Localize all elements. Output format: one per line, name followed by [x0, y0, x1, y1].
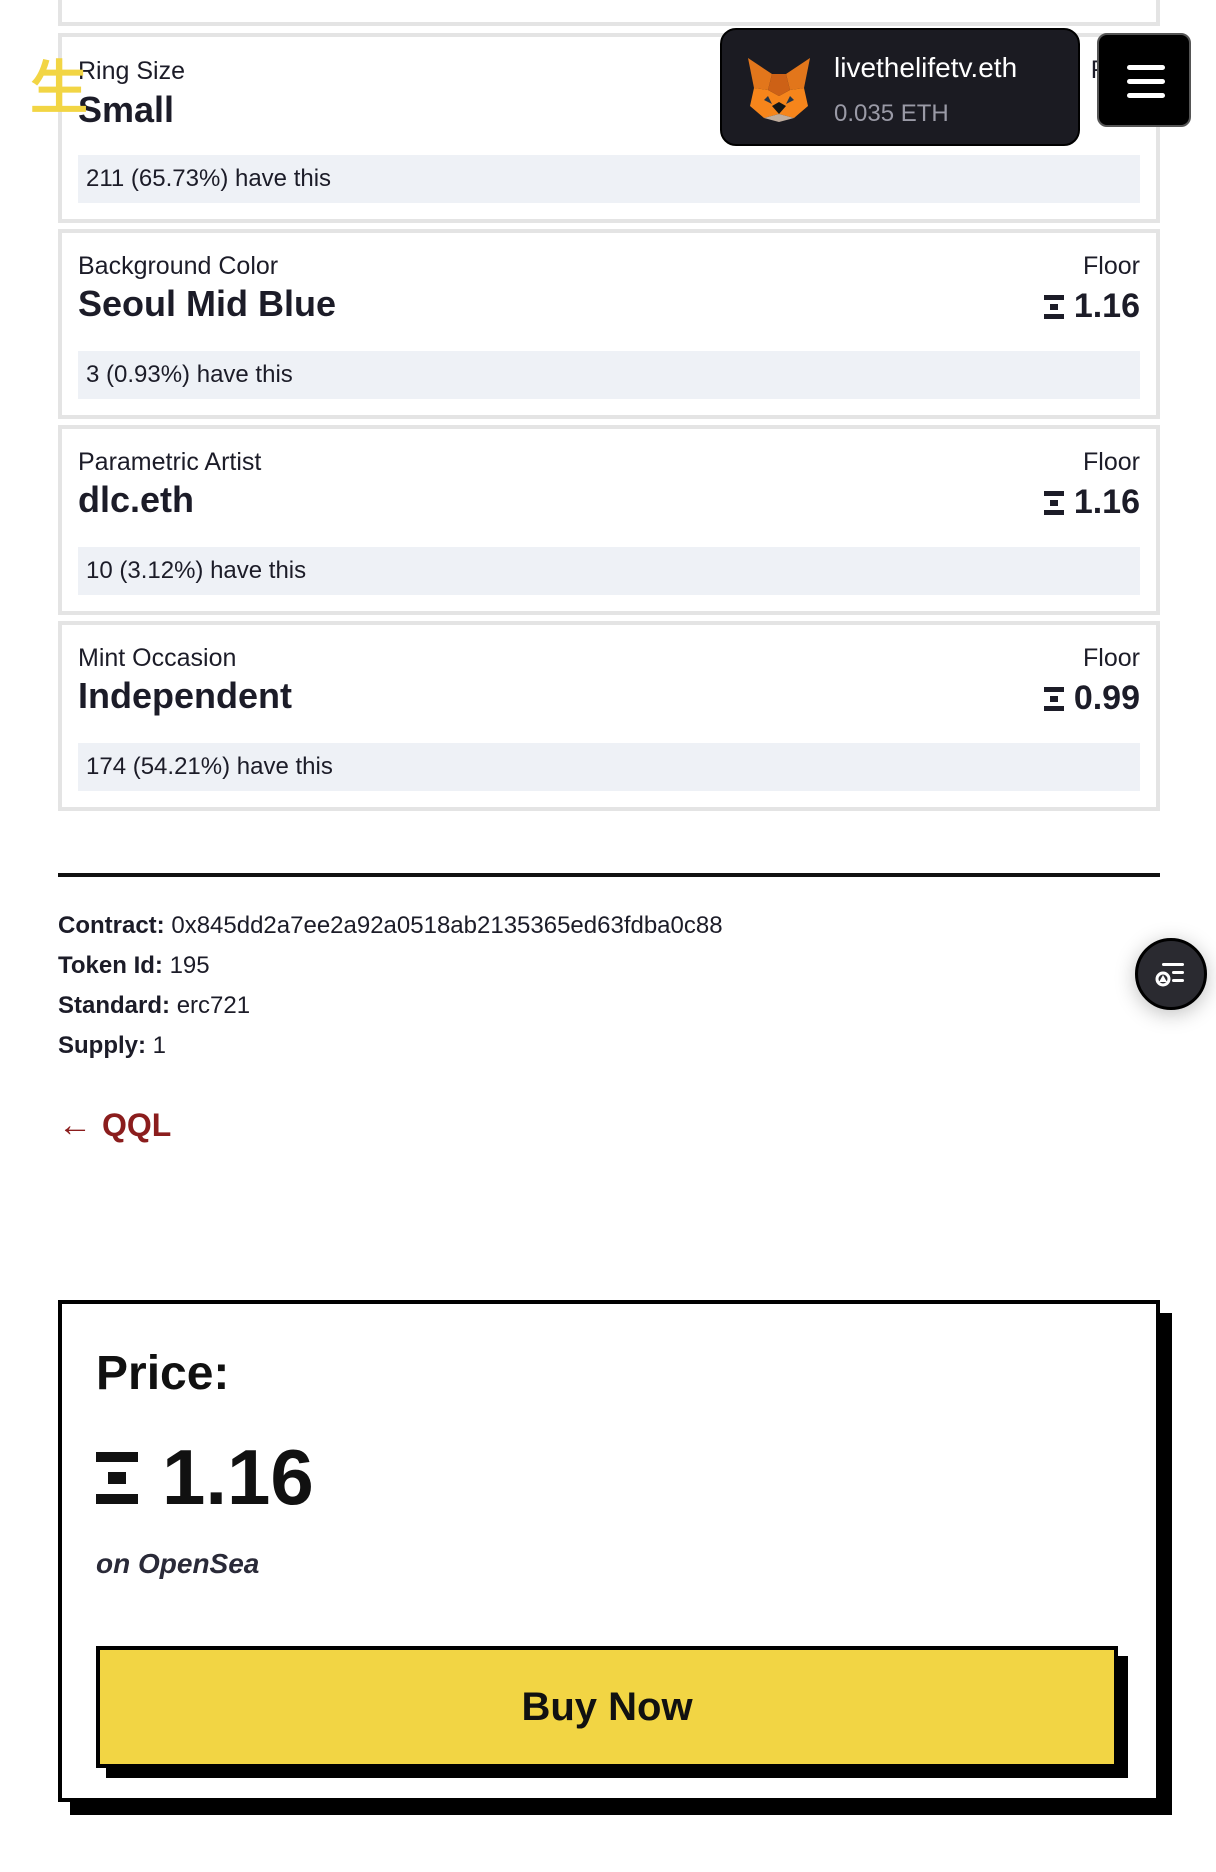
- wallet-balance: 0.035 ETH: [834, 100, 949, 127]
- trait-card-background-color: Background Color Seoul Mid Blue Floor 1.…: [58, 229, 1160, 419]
- ethereum-icon: [96, 1451, 138, 1504]
- trait-category: Mint Occasion: [78, 644, 237, 672]
- floor-value: 1.16: [1043, 483, 1140, 522]
- arrow-left-icon: ←: [58, 1106, 92, 1144]
- price-label: Price:: [96, 1347, 230, 1400]
- trait-count: 174 (54.21%) have this: [78, 743, 1140, 791]
- floor-label: Floor: [1083, 448, 1140, 476]
- trait-value: Seoul Mid Blue: [78, 283, 337, 324]
- trait-card-mint-occasion: Mint Occasion Independent Floor 0.99 174…: [58, 621, 1160, 811]
- site-logo[interactable]: 生: [30, 60, 88, 118]
- floating-list-button[interactable]: [1135, 938, 1207, 1010]
- trait-value: Independent: [78, 675, 292, 716]
- contract-label: Contract:: [58, 912, 165, 939]
- standard-label: Standard:: [58, 992, 171, 1019]
- hamburger-menu-icon: [1127, 65, 1165, 70]
- previous-trait-card-edge: [58, 0, 1160, 26]
- contract-row: Contract: 0x845dd2a7ee2a92a0518ab2135365…: [58, 912, 723, 940]
- metamask-fox-icon: [748, 58, 810, 122]
- supply-row: Supply: 1: [58, 1032, 166, 1060]
- contract-address: 0x845dd2a7ee2a92a0518ab2135365ed63fdba0c…: [171, 912, 723, 939]
- trait-count: 211 (65.73%) have this: [78, 155, 1140, 203]
- supply-label: Supply:: [58, 1032, 146, 1059]
- token-id-label: Token Id:: [58, 952, 163, 979]
- trait-count: 10 (3.12%) have this: [78, 547, 1140, 595]
- trait-category: Background Color: [78, 252, 279, 280]
- section-divider: [58, 873, 1160, 877]
- marketplace-label: on OpenSea: [96, 1548, 260, 1579]
- supply-value: 1: [152, 1032, 167, 1059]
- ethereum-icon: [1043, 294, 1064, 319]
- floor-amount: 1.16: [1073, 287, 1140, 325]
- standard-row: Standard: erc721: [58, 992, 250, 1020]
- buy-now-button[interactable]: Buy Now: [96, 1646, 1118, 1768]
- ethereum-icon: [1043, 490, 1064, 515]
- floor-label: Floor: [1083, 252, 1140, 280]
- price-amount: 1.16: [162, 1433, 314, 1521]
- list-settings-icon: [1155, 963, 1184, 987]
- price-card: Price: 1.16 on OpenSea Buy Now: [58, 1300, 1160, 1802]
- trait-category: Parametric Artist: [78, 448, 262, 476]
- floor-value: 0.99: [1043, 679, 1140, 718]
- token-id-row: Token Id: 195: [58, 952, 210, 980]
- token-id-value: 195: [169, 952, 210, 979]
- wallet-connection[interactable]: livethelifetv.eth 0.035 ETH: [720, 28, 1080, 146]
- trait-category: Ring Size: [78, 57, 185, 85]
- trait-card-parametric-artist: Parametric Artist dlc.eth Floor 1.16 10 …: [58, 425, 1160, 615]
- floor-value: 1.16: [1043, 287, 1140, 326]
- collection-name: QQL: [102, 1107, 172, 1143]
- trait-value: Small: [78, 89, 175, 130]
- floor-amount: 0.99: [1073, 679, 1140, 717]
- floor-amount: 1.16: [1073, 483, 1140, 521]
- standard-value: erc721: [176, 992, 251, 1019]
- hamburger-menu-button[interactable]: [1097, 33, 1191, 127]
- floor-label: Floor: [1083, 644, 1140, 672]
- price-value: 1.16: [96, 1432, 314, 1523]
- ethereum-icon: [1043, 686, 1064, 711]
- trait-count: 3 (0.93%) have this: [78, 351, 1140, 399]
- wallet-ens-name: livethelifetv.eth: [834, 52, 1018, 83]
- trait-value: dlc.eth: [78, 479, 195, 520]
- back-to-collection-link[interactable]: ← QQL: [58, 1106, 171, 1145]
